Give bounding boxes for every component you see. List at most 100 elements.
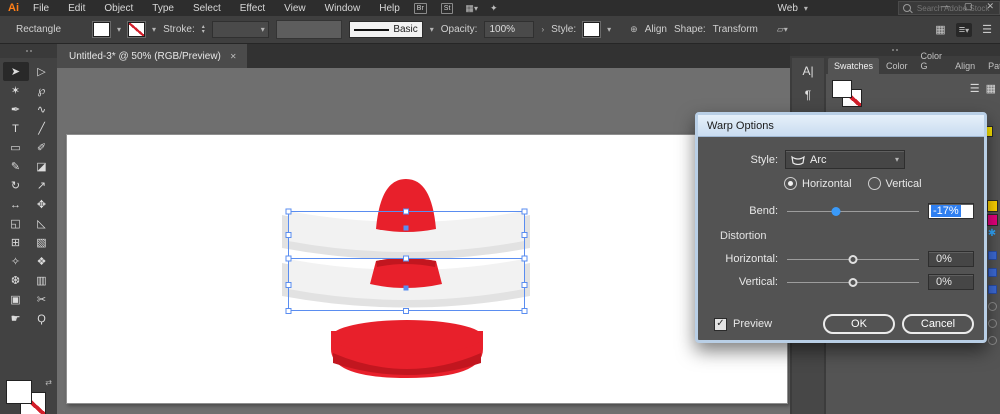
- scale-tool[interactable]: ↗: [29, 176, 55, 195]
- style-chevron-icon[interactable]: ▾: [607, 25, 611, 34]
- ok-button[interactable]: OK: [823, 314, 895, 334]
- fill-chevron-icon[interactable]: ▾: [117, 25, 121, 34]
- tab-pathfinder[interactable]: Pathfin: [982, 58, 1000, 74]
- bend-value-field[interactable]: -17%: [928, 203, 974, 219]
- horizontal-distortion-field[interactable]: 0%: [928, 251, 974, 267]
- slice-tool[interactable]: ✂: [29, 290, 55, 309]
- bridge-icon[interactable]: Br: [413, 2, 427, 14]
- shape-builder-tool[interactable]: ◱: [3, 214, 29, 233]
- brush-chevron-icon[interactable]: ▾: [430, 25, 434, 34]
- stroke-weight-dropdown[interactable]: ▾: [211, 21, 269, 38]
- mesh-tool[interactable]: ⊞: [3, 233, 29, 252]
- opacity-field[interactable]: 100%: [484, 21, 535, 38]
- rotate-tool[interactable]: ↻: [3, 176, 29, 195]
- swatches-fill-swatch[interactable]: [832, 80, 852, 98]
- column-graph-tool[interactable]: ▥: [29, 271, 55, 290]
- tab-swatches[interactable]: Swatches: [828, 58, 880, 74]
- tab-color[interactable]: Color: [880, 58, 914, 74]
- stroke-weight-stepper[interactable]: ▴ ▾: [202, 24, 205, 35]
- zoom-tool[interactable]: Ϙ: [29, 309, 55, 328]
- menu-view[interactable]: View: [284, 3, 306, 14]
- arrange-documents-icon[interactable]: ▦: [935, 23, 945, 36]
- character-panel-icon[interactable]: A|: [802, 64, 813, 78]
- cc-libraries-icon[interactable]: ✱: [988, 228, 996, 239]
- paintbrush-tool[interactable]: ✐: [29, 138, 55, 157]
- cone-base[interactable]: [331, 320, 483, 378]
- menu-file[interactable]: File: [33, 3, 49, 14]
- vertical-distortion-slider[interactable]: [787, 277, 919, 288]
- menu-window[interactable]: Window: [325, 3, 361, 14]
- fill-stroke-indicator[interactable]: ⇄: [6, 378, 52, 414]
- close-button[interactable]: ✕: [986, 1, 994, 12]
- line-segment-tool[interactable]: ╱: [29, 119, 55, 138]
- minimize-button[interactable]: —: [941, 1, 950, 12]
- blend-tool[interactable]: ❖: [29, 252, 55, 271]
- swatch-edge-magenta[interactable]: [986, 214, 998, 226]
- selection-tool[interactable]: ➤: [2, 62, 29, 81]
- transform-icon[interactable]: ▱▾: [777, 24, 788, 35]
- cancel-button[interactable]: Cancel: [902, 314, 974, 334]
- brush-definition[interactable]: Basic: [348, 21, 423, 38]
- workspace-switcher-icon[interactable]: ≡▾: [955, 22, 973, 37]
- menu-edit[interactable]: Edit: [68, 3, 85, 14]
- horizontal-slider-handle[interactable]: [848, 254, 858, 264]
- gradient-tool[interactable]: ▧: [29, 233, 55, 252]
- eyedropper-tool[interactable]: ✧: [3, 252, 29, 271]
- dialog-title-bar[interactable]: Warp Options: [698, 115, 984, 137]
- artboard-tool[interactable]: ▣: [3, 290, 29, 309]
- preview-checkbox[interactable]: ✓: [714, 317, 727, 331]
- transform-button[interactable]: Transform: [713, 24, 758, 35]
- stroke-chevron-icon[interactable]: ▾: [152, 25, 156, 34]
- layout-switch-icon[interactable]: ▦▾: [465, 3, 478, 14]
- tab-close-icon[interactable]: ✕: [230, 52, 237, 61]
- horizontal-radio[interactable]: Horizontal: [784, 177, 852, 190]
- align-button[interactable]: Align: [645, 24, 667, 35]
- touch-workspace-icon[interactable]: ✦: [490, 3, 498, 14]
- pasteboard[interactable]: [57, 68, 790, 414]
- bend-slider-handle[interactable]: [831, 206, 841, 216]
- restore-button[interactable]: ▢: [964, 1, 973, 12]
- artboard[interactable]: [66, 134, 788, 404]
- menu-effect[interactable]: Effect: [240, 3, 265, 14]
- tools-panel-grip[interactable]: [0, 44, 57, 58]
- list-view-icon[interactable]: ☰: [970, 82, 980, 95]
- vertical-slider-handle[interactable]: [848, 277, 858, 287]
- width-tool[interactable]: ↔: [3, 195, 29, 214]
- variable-width-profile[interactable]: [275, 20, 342, 39]
- swap-fill-stroke-icon[interactable]: ⇄: [45, 378, 52, 387]
- panel-list-icon[interactable]: ☰: [982, 23, 992, 36]
- paragraph-panel-icon[interactable]: ¶: [805, 88, 811, 102]
- pen-tool[interactable]: ✒: [3, 100, 29, 119]
- dock-grip[interactable]: [790, 44, 1000, 56]
- workspace-dropdown[interactable]: Web ▾: [778, 3, 808, 14]
- pencil-tool[interactable]: ✎: [3, 157, 29, 176]
- graphic-style-swatch[interactable]: [583, 22, 601, 37]
- cone-mid-segment[interactable]: [370, 258, 442, 288]
- stroke-color-swatch[interactable]: [128, 22, 146, 37]
- grid-view-icon[interactable]: ▦: [986, 82, 996, 95]
- tab-color-guide[interactable]: Color G: [915, 48, 949, 74]
- opacity-more-icon[interactable]: ›: [541, 25, 544, 34]
- eraser-tool[interactable]: ◪: [29, 157, 55, 176]
- warp-style-dropdown[interactable]: Arc ▾: [785, 150, 905, 169]
- type-tool[interactable]: T: [3, 119, 29, 138]
- rectangle-tool[interactable]: ▭: [3, 138, 29, 157]
- bend-slider[interactable]: [787, 206, 919, 217]
- menu-object[interactable]: Object: [104, 3, 133, 14]
- hand-tool[interactable]: ☛: [3, 309, 29, 328]
- horizontal-distortion-slider[interactable]: [787, 254, 919, 265]
- menu-type[interactable]: Type: [152, 3, 174, 14]
- menu-help[interactable]: Help: [379, 3, 400, 14]
- free-transform-tool[interactable]: ✥: [29, 195, 55, 214]
- tab-align[interactable]: Align: [949, 58, 981, 74]
- fill-color-swatch[interactable]: [93, 22, 111, 37]
- symbol-sprayer-tool[interactable]: ❆: [3, 271, 29, 290]
- menu-select[interactable]: Select: [193, 3, 221, 14]
- curvature-tool[interactable]: ∿: [29, 100, 55, 119]
- fill-swatch[interactable]: [6, 380, 32, 404]
- artwork-canvas[interactable]: [67, 135, 787, 403]
- document-tab[interactable]: Untitled-3* @ 50% (RGB/Preview) ✕: [57, 44, 247, 68]
- stock-icon[interactable]: St: [440, 2, 454, 14]
- lasso-tool[interactable]: ℘: [29, 81, 55, 100]
- swatches-fill-stroke-indicator[interactable]: [832, 80, 866, 110]
